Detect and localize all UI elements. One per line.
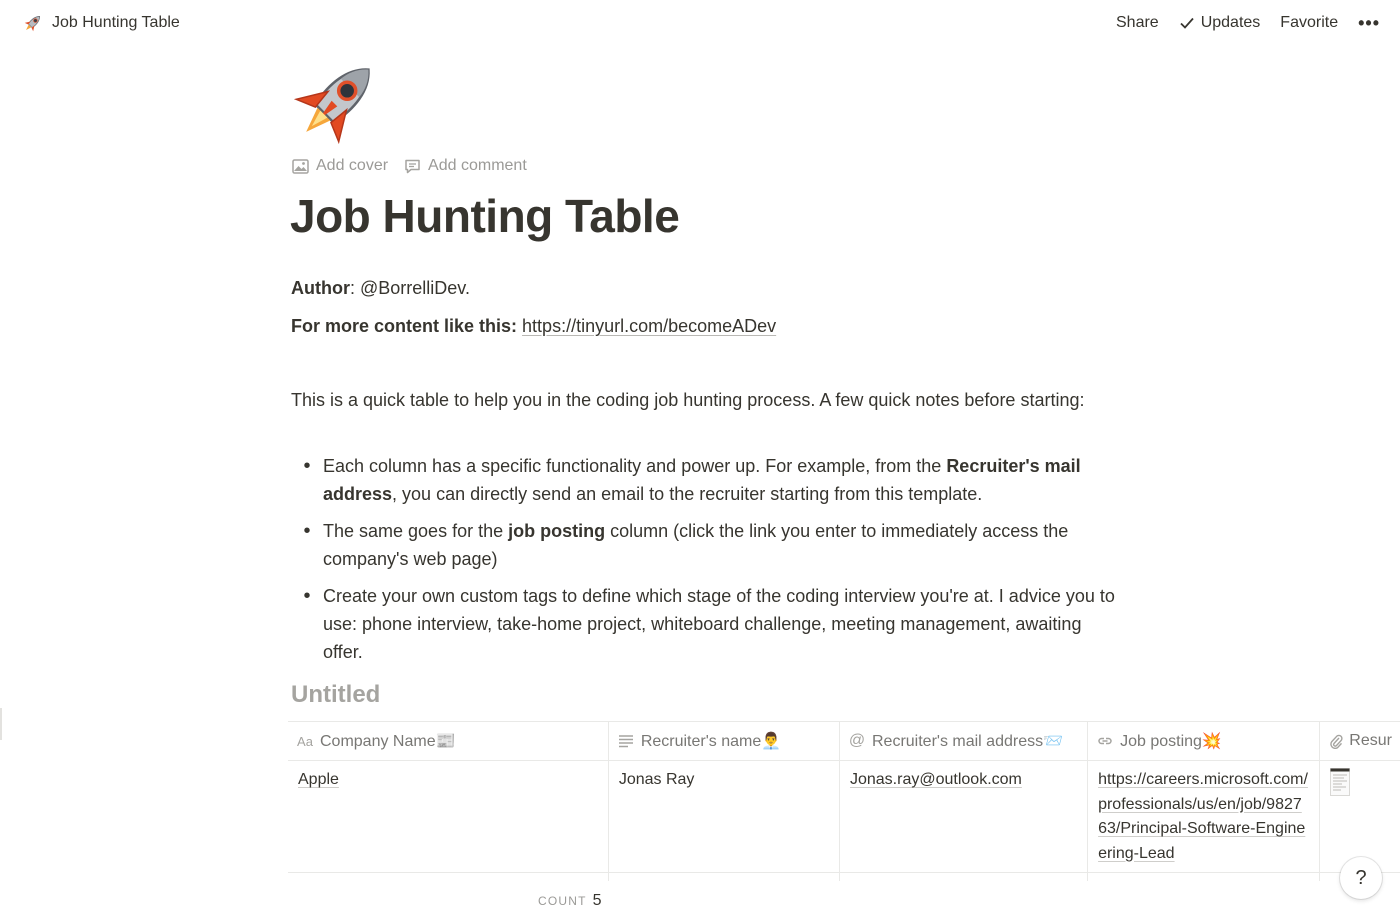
column-header-job-posting[interactable]: Job posting💥 [1088, 722, 1321, 760]
list-item[interactable]: • Create your own custom tags to define … [291, 582, 1121, 666]
count-value: 5 [592, 892, 602, 909]
bullet-icon: • [303, 585, 311, 607]
add-cover-button[interactable]: Add cover [292, 157, 388, 175]
intro-paragraph[interactable]: This is a quick table to help you in the… [291, 386, 1091, 414]
more-content-link[interactable]: https://tinyurl.com/becomeADev [522, 316, 776, 336]
rocket-icon [293, 68, 370, 145]
more-options-icon[interactable]: ••• [1348, 8, 1386, 38]
cell-recruiter-name[interactable]: Jonas Ray [609, 761, 840, 872]
column-header-company-name[interactable]: Aa Company Name📰 [288, 722, 609, 760]
bullet-text: The same goes for the job posting column… [323, 521, 1069, 569]
list-item[interactable]: • Each column has a specific functionali… [291, 452, 1121, 508]
database-table: Aa Company Name📰 Recruiter's name👨‍💼 @ R… [288, 721, 1400, 881]
column-header-resume[interactable]: Resur [1320, 722, 1400, 760]
email-icon: @ [848, 732, 866, 749]
top-bar: Job Hunting Table Share Updates Favorite… [0, 0, 1400, 46]
updates-button[interactable]: Updates [1169, 8, 1271, 38]
bullet-text: Create your own custom tags to define wh… [323, 586, 1115, 662]
rocket-icon [22, 12, 44, 34]
add-cover-label: Add cover [316, 157, 389, 174]
cell-job-posting[interactable]: https://careers.microsoft.com/profession… [1088, 761, 1321, 872]
table-row[interactable]: Apple Jonas Ray Jonas.ray@outlook.com ht… [288, 761, 1400, 873]
page-title[interactable]: Job Hunting Table [290, 188, 680, 244]
notes-bullet-list: • Each column has a specific functionali… [291, 452, 1121, 675]
text-icon [617, 734, 635, 748]
scroll-edge [0, 708, 2, 740]
page-controls: Add cover Add comment [292, 154, 527, 178]
help-button[interactable]: ? [1340, 857, 1382, 899]
cell-recruiter-mail[interactable]: Jonas.ray@outlook.com [840, 761, 1089, 872]
author-line[interactable]: Author: @BorrelliDev. [291, 274, 470, 302]
image-icon [292, 158, 309, 174]
add-comment-label: Add comment [428, 157, 527, 174]
top-actions: Share Updates Favorite ••• [1106, 8, 1386, 38]
add-comment-button[interactable]: Add comment [404, 157, 527, 175]
table-row[interactable] [288, 873, 1400, 881]
page-icon-rocket[interactable] [290, 55, 386, 145]
breadcrumb[interactable]: Job Hunting Table [22, 12, 180, 34]
checkmark-icon [1180, 17, 1194, 29]
column-header-recruiter-mail[interactable]: @ Recruiter's mail address📨 [840, 722, 1089, 760]
url-icon [1096, 734, 1114, 748]
row-count[interactable]: COUNT 5 [538, 892, 602, 910]
document-thumbnail-icon[interactable] [1330, 768, 1351, 796]
updates-label: Updates [1200, 14, 1261, 31]
cell-resume[interactable] [1320, 761, 1400, 872]
title-icon: Aa [297, 733, 313, 749]
more-content-line[interactable]: For more content like this: https://tiny… [291, 312, 776, 340]
bullet-icon: • [303, 455, 311, 477]
cell-company-name[interactable] [288, 873, 609, 881]
favorite-button[interactable]: Favorite [1270, 8, 1348, 38]
attachment-icon [1328, 733, 1343, 749]
bullet-icon: • [303, 520, 311, 542]
breadcrumb-title: Job Hunting Table [52, 14, 180, 31]
notion-page: Job Hunting Table Share Updates Favorite… [0, 0, 1400, 917]
cell-company-name[interactable]: Apple [288, 761, 609, 872]
bullet-text: Each column has a specific functionality… [323, 456, 1081, 504]
count-label: COUNT [538, 894, 587, 908]
cell-job-posting[interactable] [1088, 873, 1321, 881]
cell-recruiter-name[interactable] [609, 873, 840, 881]
author-value: : @BorrelliDev. [349, 278, 470, 298]
share-button[interactable]: Share [1106, 8, 1169, 38]
table-header: Aa Company Name📰 Recruiter's name👨‍💼 @ R… [288, 722, 1400, 761]
comment-icon [405, 159, 420, 173]
author-label: Author [291, 278, 350, 298]
list-item[interactable]: • The same goes for the job posting colu… [291, 517, 1121, 573]
more-content-label: For more content like this: [291, 316, 518, 336]
database-title[interactable]: Untitled [291, 680, 380, 710]
cell-recruiter-mail[interactable] [840, 873, 1089, 881]
column-header-recruiter-name[interactable]: Recruiter's name👨‍💼 [609, 722, 840, 760]
